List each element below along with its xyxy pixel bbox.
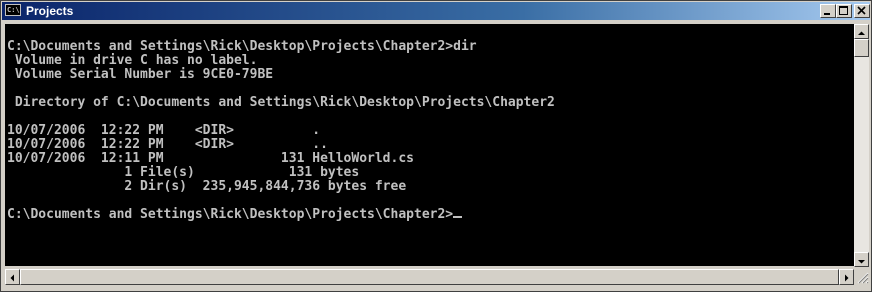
scroll-up-button[interactable] <box>854 24 869 39</box>
maximize-button[interactable] <box>836 4 852 18</box>
horizontal-scroll-thumb[interactable] <box>20 269 839 285</box>
vertical-scrollbar[interactable] <box>854 24 869 267</box>
console-window: C:\ Projects C:\Documents and Settings\R… <box>0 0 872 292</box>
scroll-right-button[interactable] <box>839 269 854 285</box>
console-line: 2 Dir(s) 235,945,844,736 bytes free <box>7 179 407 194</box>
console-line: C:\Documents and Settings\Rick\Desktop\P… <box>7 39 477 54</box>
window-title: Projects <box>26 4 74 18</box>
maximize-icon <box>839 6 848 15</box>
scroll-down-button[interactable] <box>854 252 869 267</box>
title-bar[interactable]: C:\ Projects <box>2 2 870 20</box>
console-prompt-line: C:\Documents and Settings\Rick\Desktop\P… <box>7 207 463 222</box>
console-icon[interactable]: C:\ <box>5 4 21 16</box>
console-line: 10/07/2006 12:22 PM <DIR> . <box>7 123 321 138</box>
vertical-scroll-thumb[interactable] <box>854 39 869 57</box>
horizontal-scrollbar[interactable] <box>5 269 854 285</box>
arrow-right-icon <box>845 274 849 282</box>
text-cursor <box>453 216 463 218</box>
console-line: 10/07/2006 12:11 PM 131 HelloWorld.cs <box>7 151 414 166</box>
console-prompt: C:\Documents and Settings\Rick\Desktop\P… <box>7 207 454 222</box>
minimize-button[interactable] <box>820 4 836 18</box>
close-icon <box>857 6 866 15</box>
close-button[interactable] <box>854 4 870 18</box>
console-line: 10/07/2006 12:22 PM <DIR> .. <box>7 137 328 152</box>
console-line: Directory of C:\Documents and Settings\R… <box>7 95 555 110</box>
resize-grip[interactable] <box>854 269 869 285</box>
minimize-icon <box>824 13 830 15</box>
console-line: 1 File(s) 131 bytes <box>7 165 360 180</box>
console-line: Volume in drive C has no label. <box>7 53 258 68</box>
scroll-left-button[interactable] <box>5 269 20 285</box>
arrow-left-icon <box>10 274 14 282</box>
resize-grip-icon <box>857 272 869 284</box>
arrow-down-icon <box>858 260 865 264</box>
console-output[interactable]: C:\Documents and Settings\Rick\Desktop\P… <box>5 24 854 266</box>
console-line: Volume Serial Number is 9CE0-79BE <box>7 67 274 82</box>
